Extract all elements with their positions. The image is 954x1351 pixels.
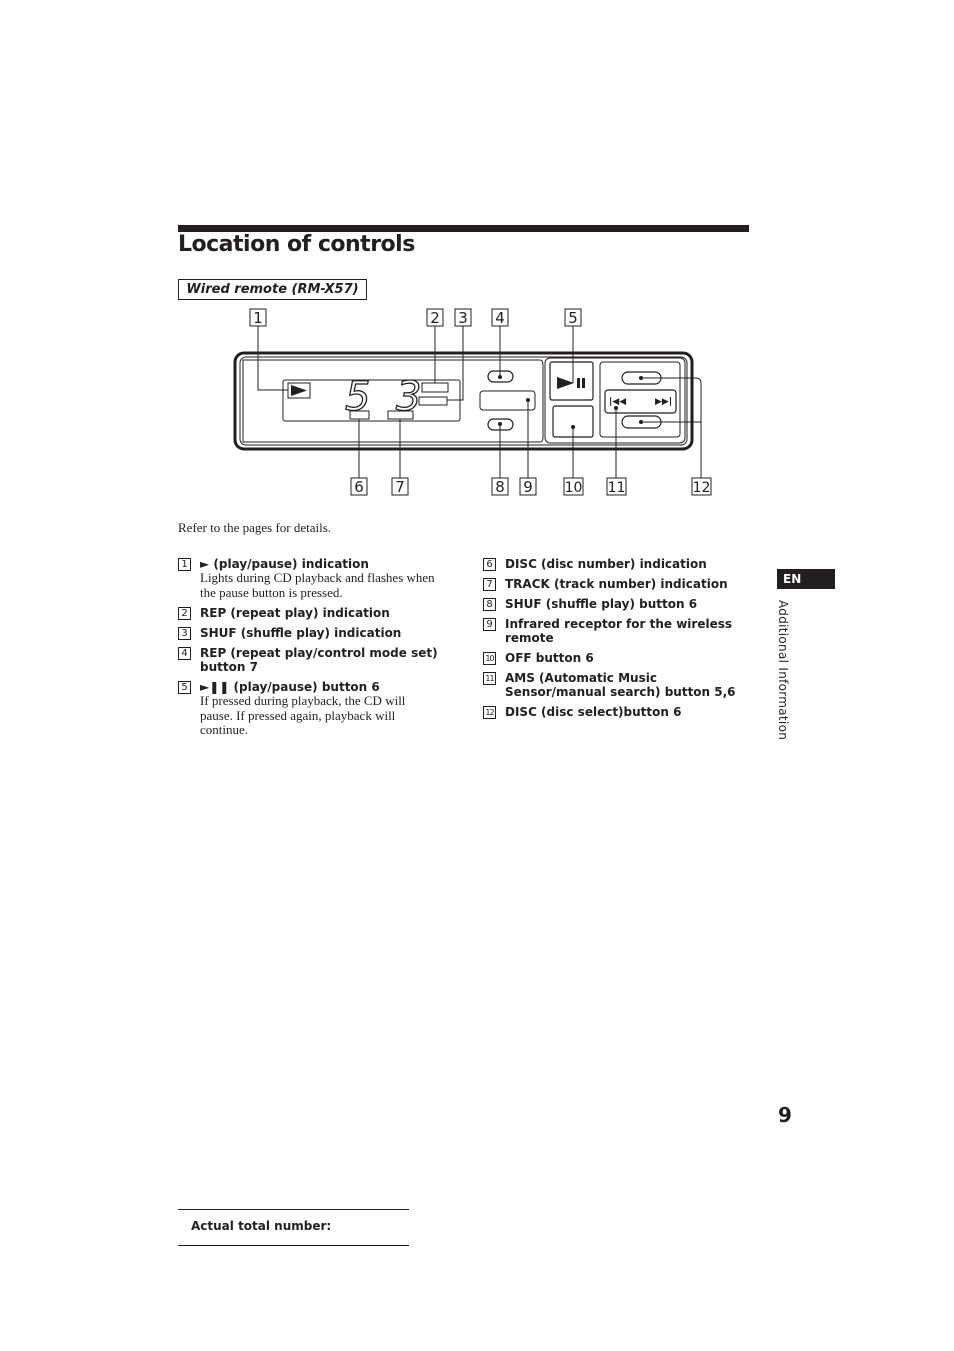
- item-number: 10: [483, 652, 496, 665]
- item-heading: (play/pause) indication: [213, 557, 369, 571]
- item-heading: REP (repeat play) indication: [200, 606, 390, 620]
- disc-digit: 5: [345, 374, 370, 420]
- track-digit: 3: [396, 374, 421, 420]
- item-heading: TRACK (track number) indication: [505, 577, 728, 591]
- label-5: 5: [568, 309, 578, 327]
- item-heading: OFF button 6: [505, 651, 594, 665]
- list-item: 3 SHUF (shuffle play) indication: [178, 626, 438, 640]
- item-number: 1: [178, 558, 191, 571]
- item-number: 9: [483, 618, 496, 631]
- play-pause-icon: ►❚❚: [200, 680, 230, 694]
- next-icon: ▶▶|: [655, 397, 672, 407]
- label-9: 9: [523, 478, 533, 496]
- list-item: 10 OFF button 6: [483, 651, 745, 665]
- footer-rule-top: [178, 1209, 409, 1210]
- list-item: 1 ► (play/pause) indication Lights durin…: [178, 557, 438, 600]
- remote-diagram: 5 3 |◀◀ ▶▶| 1 2 3 4 5 6 7 8 9 10 11 12: [233, 308, 712, 496]
- list-item: 6 DISC (disc number) indication: [483, 557, 745, 571]
- label-11: 11: [608, 480, 626, 496]
- item-heading: REP (repeat play/control mode set) butto…: [200, 646, 438, 674]
- item-number: 11: [483, 672, 496, 685]
- label-6: 6: [354, 478, 364, 496]
- label-12: 12: [693, 480, 711, 496]
- item-description: If pressed during playback, the CD will …: [200, 693, 406, 737]
- prev-icon: |◀◀: [609, 397, 626, 407]
- footer-rule-bottom: [178, 1245, 409, 1246]
- label-7: 7: [395, 478, 405, 496]
- controls-list-right: 6 DISC (disc number) indication 7 TRACK (t…: [483, 557, 745, 725]
- footer-label: Actual total number:: [191, 1219, 332, 1233]
- list-item: 9 Infrared receptor for the wireless remo…: [483, 617, 745, 645]
- play-pause-button: [549, 361, 594, 401]
- label-1: 1: [253, 309, 263, 327]
- subtitle-box: Wired remote (RM-X57): [178, 279, 367, 300]
- item-number: 4: [178, 647, 191, 660]
- list-item: 4 REP (repeat play/control mode set) but…: [178, 646, 438, 674]
- item-number: 8: [483, 598, 496, 611]
- label-4: 4: [495, 309, 505, 327]
- item-heading: DISC (disc select)button 6: [505, 705, 682, 719]
- label-3: 3: [458, 309, 468, 327]
- item-number: 7: [483, 578, 496, 591]
- item-heading: DISC (disc number) indication: [505, 557, 707, 571]
- label-10: 10: [565, 480, 583, 496]
- rep-indicator: [421, 382, 449, 393]
- list-item: 2 REP (repeat play) indication: [178, 606, 438, 620]
- list-item: 11 AMS (Automatic Music Sensor/manual sea…: [483, 671, 745, 699]
- page-title: Location of controls: [178, 232, 415, 257]
- play-pause-icon: [557, 377, 574, 389]
- item-number: 5: [178, 681, 191, 694]
- play-icon: [291, 385, 307, 396]
- item-heading: SHUF (shuffle play) indication: [200, 626, 402, 640]
- item-heading: Infrared receptor for the wireless remot…: [505, 617, 732, 645]
- list-item: 12 DISC (disc select)button 6: [483, 705, 745, 719]
- section-label: Additional Information: [776, 600, 790, 741]
- item-number: 3: [178, 627, 191, 640]
- label-8: 8: [495, 478, 505, 496]
- item-heading: AMS (Automatic Music Sensor/manual searc…: [505, 671, 736, 699]
- item-number: 2: [178, 607, 191, 620]
- language-tab: EN: [777, 569, 835, 589]
- page-number: 9: [778, 1103, 792, 1127]
- list-item: 8 SHUF (shuffle play) button 6: [483, 597, 745, 611]
- controls-list-left: 1 ► (play/pause) indication Lights durin…: [178, 557, 438, 744]
- list-item: 5 ►❚❚ (play/pause) button 6 If pressed d…: [178, 680, 438, 738]
- item-heading: SHUF (shuffle play) button 6: [505, 597, 698, 611]
- item-number: 6: [483, 558, 496, 571]
- list-item: 7 TRACK (track number) indication: [483, 577, 745, 591]
- shuf-indicator: [418, 396, 448, 406]
- title-rule: [178, 225, 749, 232]
- item-description: Lights during CD playback and flashes wh…: [200, 570, 435, 600]
- play-icon: ►: [200, 557, 210, 571]
- item-number: 12: [483, 706, 496, 719]
- item-heading: (play/pause) button 6: [233, 680, 380, 694]
- refer-text: Refer to the pages for details.: [178, 520, 332, 535]
- label-2: 2: [430, 309, 440, 327]
